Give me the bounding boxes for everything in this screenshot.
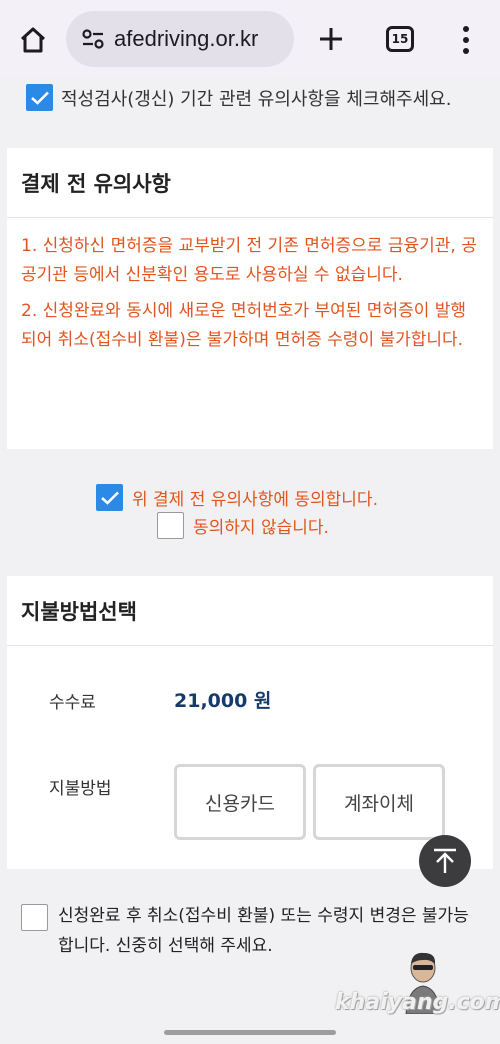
notice-list: 1. 신청하신 면허증을 교부받기 전 기존 면허증으로 금융기관, 공공기관 … [7,218,493,354]
payment-card-title: 지불방법선택 [7,576,493,646]
payment-body: 수수료 21,000 원 지불방법 신용카드 계좌이체 [7,646,493,868]
payment-card: 지불방법선택 수수료 21,000 원 지불방법 신용카드 계좌이체 [7,576,493,869]
disagree-checkbox[interactable] [157,512,184,539]
scroll-top-button[interactable] [419,835,471,887]
tab-switcher-button[interactable]: 15 [386,26,414,52]
checkmark-icon [30,91,49,105]
url-text[interactable]: afedriving.or.kr [114,26,258,52]
notice-item: 2. 신청완료와 동시에 새로운 면허번호가 부여된 면허증이 발행되어 취소(… [21,301,467,350]
agree-option[interactable]: 위 결제 전 유의사항에 동의합니다. [96,484,378,511]
gesture-nav-handle[interactable] [164,1030,336,1035]
period-notice-label: 적성검사(갱신) 기간 관련 유의사항을 체크해주세요. [61,88,452,110]
agree-label: 위 결제 전 유의사항에 동의합니다. [132,490,378,510]
arrow-up-icon [434,848,456,873]
fee-value: 21,000 원 [174,690,272,712]
agree-checkbox[interactable] [96,484,123,511]
browser-toolbar: afedriving.or.kr 15 [0,0,500,78]
notice-item: 1. 신청하신 면허증을 교부받기 전 기존 면허증으로 금융기관, 공공기관 … [21,236,477,285]
method-label: 지불방법 [49,779,112,799]
new-tab-icon[interactable] [314,22,348,56]
site-settings-icon[interactable] [78,24,108,54]
disagree-label: 동의하지 않습니다. [193,518,329,538]
notice-card-title: 결제 전 유의사항 [7,148,493,218]
disagree-option[interactable]: 동의하지 않습니다. [157,512,329,539]
credit-card-button[interactable]: 신용카드 [174,764,306,840]
period-notice-checkbox[interactable] [26,84,53,111]
more-menu-icon[interactable] [452,24,480,56]
notice-card: 결제 전 유의사항 1. 신청하신 면허증을 교부받기 전 기존 면허증으로 금… [7,148,493,449]
bank-transfer-button[interactable]: 계좌이체 [313,764,445,840]
fee-label: 수수료 [49,693,96,713]
period-notice-check-row[interactable]: 적성검사(갱신) 기간 관련 유의사항을 체크해주세요. [26,84,451,111]
tab-count: 15 [391,32,409,46]
checkmark-icon [100,491,119,505]
cancel-warning-checkbox[interactable] [21,904,48,931]
url-bar[interactable]: afedriving.or.kr [66,11,294,67]
home-icon[interactable] [14,22,52,58]
watermark-text: khaiyang.com [335,990,500,1015]
